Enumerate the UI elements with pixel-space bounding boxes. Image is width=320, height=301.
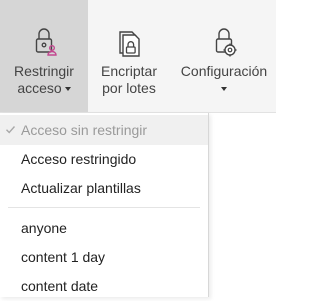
restrict-access-line1: Restringir <box>14 63 74 79</box>
restrict-access-dropdown: Acceso sin restringir Acceso restringido… <box>0 113 209 297</box>
menu-item-label: content 1 day <box>21 249 106 265</box>
batch-encrypt-button[interactable]: Encriptar por lotes <box>90 0 168 112</box>
menu-item-label: Acceso sin restringir <box>21 122 148 138</box>
settings-button[interactable]: Configuración <box>172 0 276 112</box>
batch-encrypt-line1: Encriptar <box>100 63 158 79</box>
checkmark-icon <box>6 126 16 134</box>
restrict-access-line2: acceso <box>17 80 62 96</box>
restrict-access-label: Restringir acceso <box>14 63 74 97</box>
chevron-down-icon <box>64 87 71 92</box>
menu-item-label: Actualizar plantillas <box>21 180 141 196</box>
menu-item-unrestricted-access[interactable]: Acceso sin restringir <box>0 115 208 145</box>
menu-item-update-templates[interactable]: Actualizar plantillas <box>0 173 208 203</box>
lock-user-icon <box>35 28 57 56</box>
ribbon-toolbar: Restringir acceso Encriptar por lotes Co… <box>0 0 276 113</box>
menu-separator <box>8 207 200 208</box>
batch-encrypt-line2: por lotes <box>102 80 156 96</box>
menu-item-label: anyone <box>21 220 67 236</box>
menu-item-template-anyone[interactable]: anyone <box>0 213 208 243</box>
batch-lock-icon <box>119 31 140 57</box>
menu-item-template-content-1-day[interactable]: content 1 day <box>0 242 208 272</box>
menu-item-label: Acceso restringido <box>21 151 137 167</box>
chevron-down-icon <box>220 87 227 92</box>
lock-gear-icon <box>215 28 237 57</box>
batch-encrypt-label: Encriptar por lotes <box>101 63 157 97</box>
settings-label: Configuración <box>181 63 267 97</box>
settings-line1: Configuración <box>180 63 268 79</box>
menu-item-restricted-access[interactable]: Acceso restringido <box>0 144 208 174</box>
restrict-access-button[interactable]: Restringir acceso <box>0 0 88 112</box>
